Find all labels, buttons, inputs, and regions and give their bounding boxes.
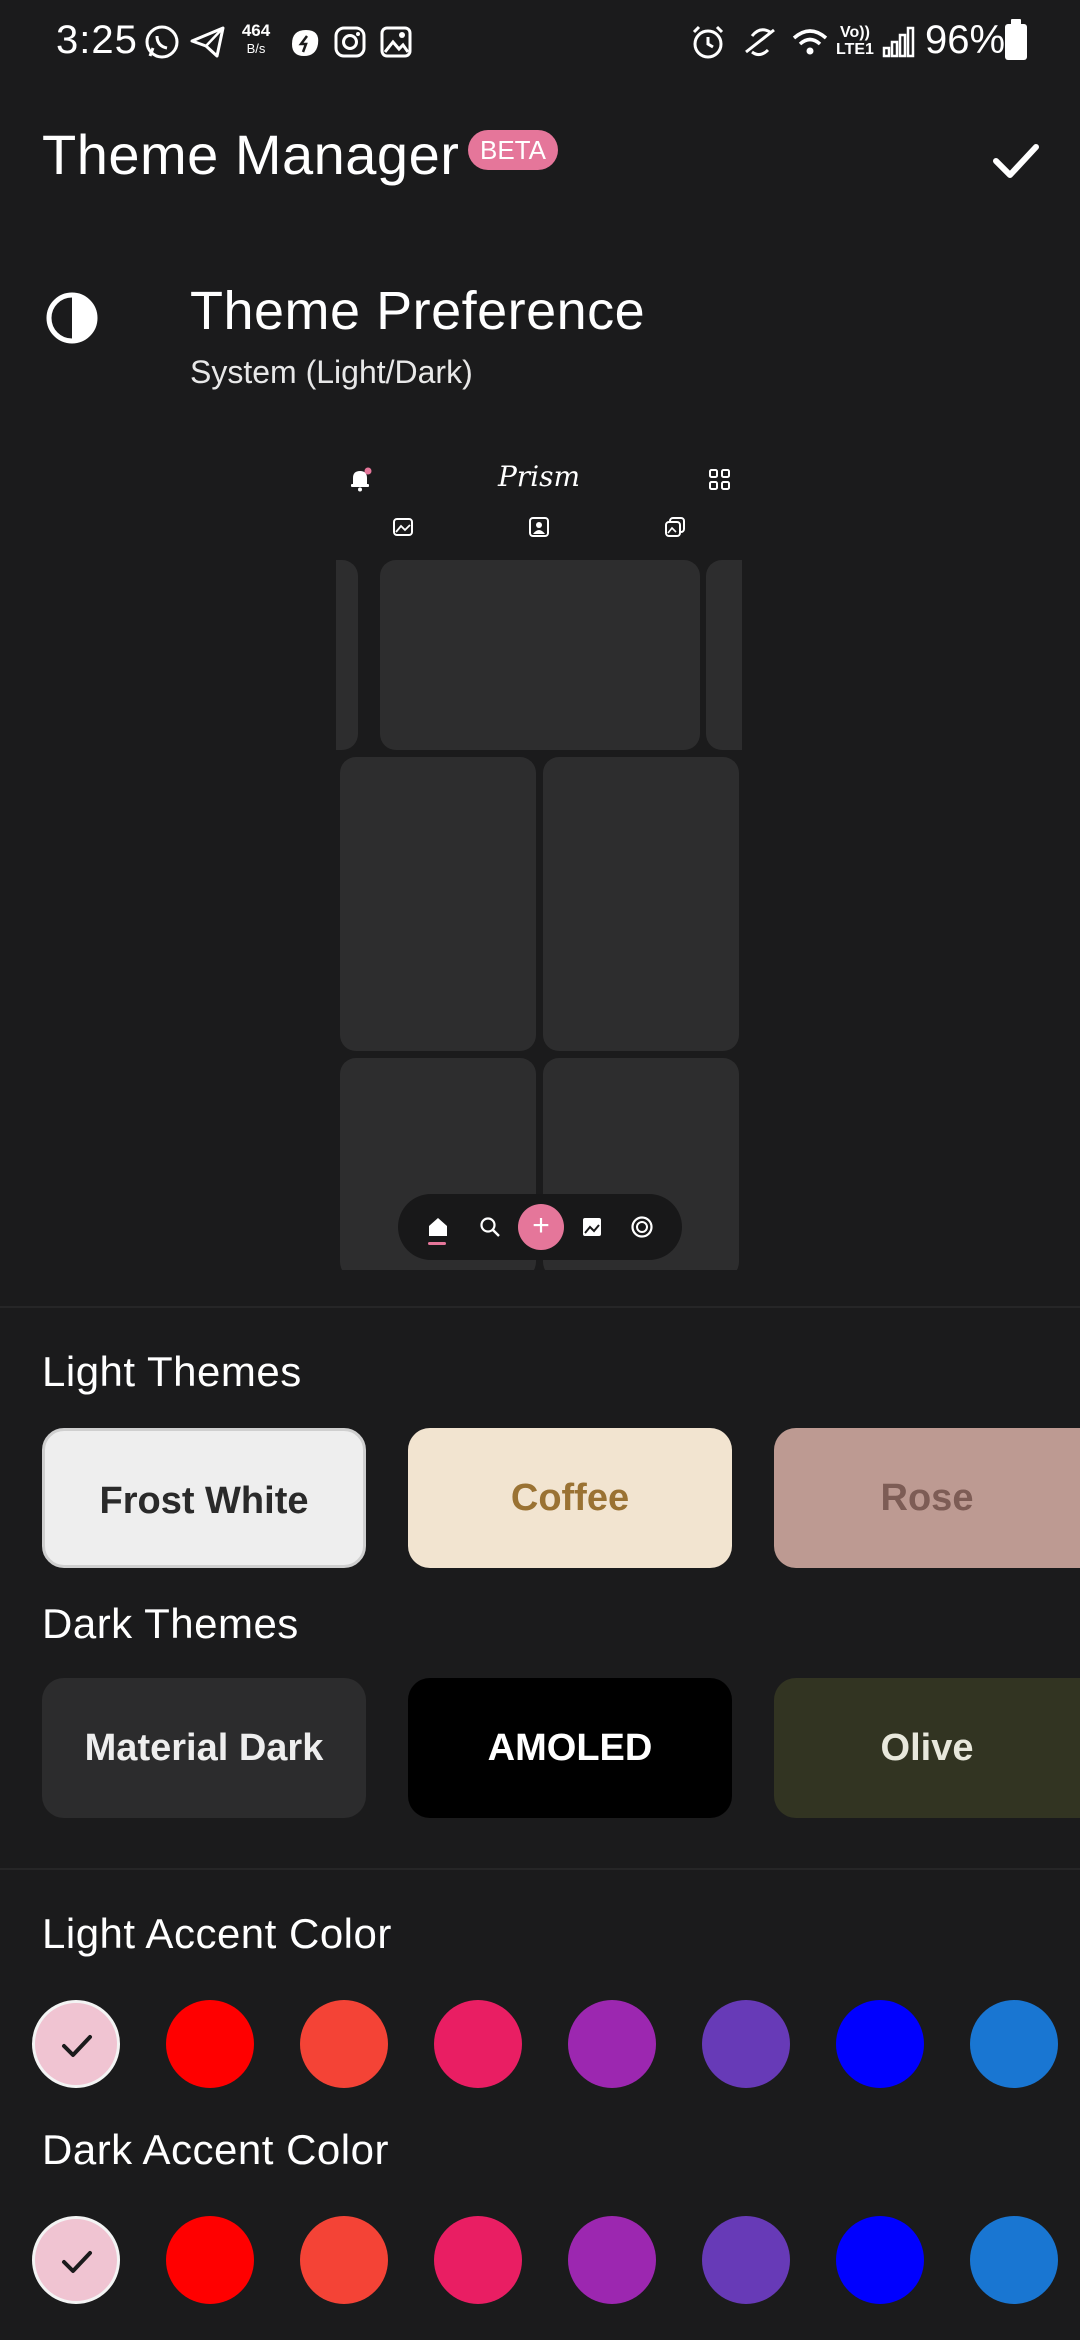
- status-time: 3:25: [56, 18, 138, 62]
- accent-swatch[interactable]: [32, 2000, 120, 2088]
- add-icon: +: [518, 1204, 564, 1250]
- volte-top-text: Vo)): [840, 24, 870, 41]
- collections-tab-icon: [665, 517, 685, 537]
- check-icon: [62, 2251, 92, 2273]
- page-title: Theme Manager: [42, 123, 460, 186]
- network-speed: 464 B/s: [236, 22, 276, 58]
- accent-swatch[interactable]: [568, 2000, 656, 2088]
- accent-swatch[interactable]: [970, 2000, 1058, 2088]
- divider: [0, 1868, 1080, 1870]
- accent-swatch[interactable]: [300, 2216, 388, 2304]
- telegram-icon: [190, 26, 225, 58]
- wallpapers-tab-icon: [393, 518, 413, 536]
- search-icon: [480, 1217, 500, 1237]
- contrast-icon: [46, 292, 98, 344]
- preview-bottom-nav: +: [398, 1194, 682, 1260]
- theme-preview: Prism +: [336, 450, 742, 1270]
- accent-swatch[interactable]: [836, 2000, 924, 2088]
- confirm-check-button[interactable]: [986, 130, 1046, 190]
- theme-frost-white[interactable]: Frost White: [42, 1428, 366, 1568]
- accent-swatch[interactable]: [32, 2216, 120, 2304]
- prism-logo: Prism: [497, 460, 581, 493]
- home-icon: [429, 1218, 447, 1236]
- wallpaper-card: [706, 560, 742, 750]
- check-icon: [62, 2035, 92, 2057]
- wallpaper-card: [543, 757, 739, 1051]
- dnd-sync-icon: [745, 28, 775, 57]
- network-speed-unit: B/s: [246, 41, 266, 56]
- light-accent-title: Light Accent Color: [42, 1910, 392, 1957]
- beta-badge: BETA: [468, 130, 558, 170]
- theme-preference-value: System (Light/Dark): [190, 354, 473, 390]
- signal-icon: [882, 26, 915, 58]
- accent-swatch[interactable]: [702, 2000, 790, 2088]
- light-themes-title: Light Themes: [42, 1348, 302, 1395]
- wallpaper-card: [336, 560, 358, 750]
- profile-icon: [631, 1216, 653, 1238]
- volte-indicator: Vo)) LTE1: [836, 24, 874, 58]
- theme-preference-title: Theme Preference: [190, 281, 646, 341]
- volte-bottom-text: LTE1: [836, 41, 874, 58]
- accent-swatch[interactable]: [970, 2216, 1058, 2304]
- divider: [0, 1306, 1080, 1308]
- wallpaper-card: [340, 757, 536, 1051]
- accent-swatch[interactable]: [702, 2216, 790, 2304]
- alarm-icon: [692, 25, 724, 59]
- wifi-icon: [792, 29, 828, 55]
- wallpaper-card: [380, 560, 700, 750]
- theme-olive[interactable]: Olive: [774, 1678, 1080, 1818]
- dark-accent-title: Dark Accent Color: [42, 2126, 389, 2173]
- battery-icon: [1005, 19, 1027, 60]
- theme-rose[interactable]: Rose: [774, 1428, 1080, 1568]
- whatsapp-icon: [145, 25, 179, 59]
- home-active-indicator: [428, 1242, 446, 1245]
- theme-manager-screen: 3:25 464 B/s Vo)) LTE1 96% Theme Manager…: [0, 0, 1080, 2340]
- theme-coffee[interactable]: Coffee: [408, 1428, 732, 1568]
- theme-material-dark[interactable]: Material Dark: [42, 1678, 366, 1818]
- profile-tab-icon: [529, 517, 549, 537]
- accent-swatch[interactable]: [166, 2000, 254, 2088]
- instagram-icon: [334, 26, 366, 58]
- accent-swatch[interactable]: [836, 2216, 924, 2304]
- accent-swatch[interactable]: [166, 2216, 254, 2304]
- grid-icon: [709, 469, 730, 490]
- network-speed-value: 464: [241, 21, 271, 40]
- accent-swatch[interactable]: [300, 2000, 388, 2088]
- status-bar: 3:25 464 B/s Vo)) LTE1 96%: [0, 0, 1080, 88]
- battery-percent: 96%: [925, 18, 1006, 62]
- theme-amoled[interactable]: AMOLED: [408, 1678, 732, 1818]
- accent-swatch[interactable]: [568, 2216, 656, 2304]
- app-notification-icon: [292, 30, 319, 56]
- dark-themes-title: Dark Themes: [42, 1600, 299, 1647]
- accent-swatch[interactable]: [434, 2000, 522, 2088]
- accent-swatch[interactable]: [434, 2216, 522, 2304]
- setups-icon: [583, 1218, 601, 1236]
- gallery-icon: [380, 26, 412, 58]
